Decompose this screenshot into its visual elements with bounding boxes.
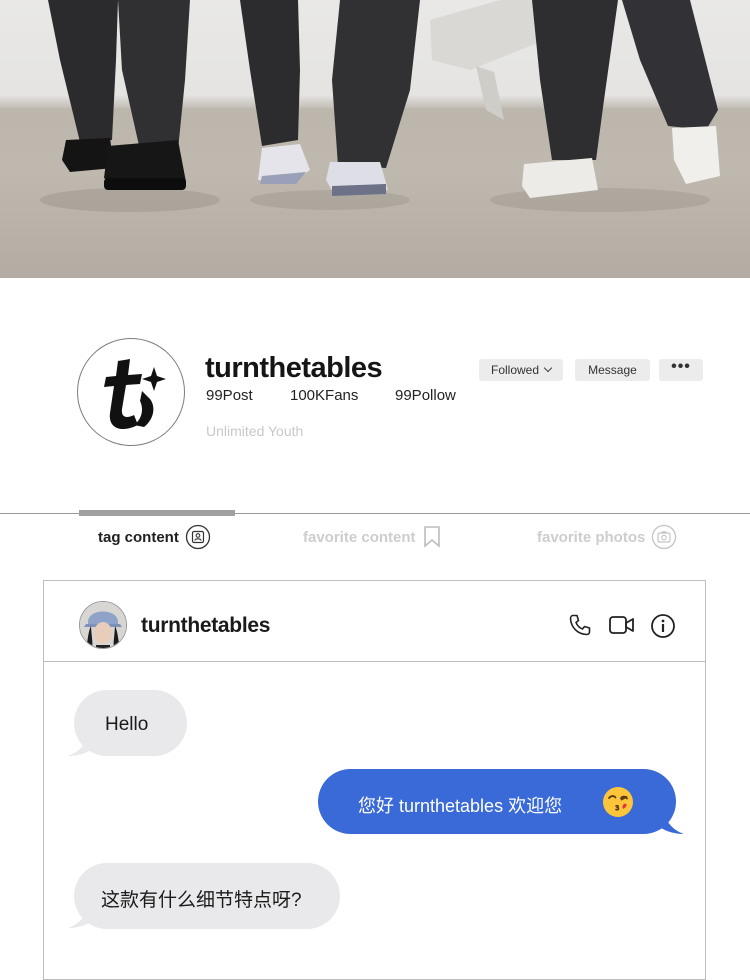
contact-name: turnthetables <box>141 614 271 637</box>
contact-avatar[interactable] <box>79 601 127 649</box>
kissing-face-emoji <box>602 786 634 823</box>
tab-favorite-photos[interactable]: favorite photos <box>537 523 677 551</box>
message-incoming[interactable]: Hello <box>74 690 187 756</box>
camera-icon <box>651 524 677 550</box>
more-dots-icon: ••• <box>671 358 691 375</box>
profile-avatar[interactable] <box>77 338 185 446</box>
hero-photo <box>0 0 750 278</box>
stat-posts[interactable]: 99Post <box>206 387 253 404</box>
bookmark-icon <box>422 525 442 549</box>
message-button[interactable]: Message <box>575 359 650 381</box>
chevron-down-icon <box>543 363 553 373</box>
tag-user-icon <box>185 524 211 550</box>
phone-icon[interactable] <box>568 613 592 642</box>
more-options-button[interactable]: ••• <box>659 358 703 381</box>
tab-label: favorite photos <box>537 528 646 546</box>
tab-label: tag content <box>98 528 179 546</box>
turnthetables-logo-icon <box>104 359 166 429</box>
profile-tagline: Unlimited Youth <box>206 423 304 439</box>
hero-legs-illustration <box>0 0 750 278</box>
active-tab-indicator <box>79 510 235 516</box>
chat-header: turnthetables <box>44 581 705 662</box>
followed-button[interactable]: Followed <box>479 359 563 381</box>
message-incoming[interactable]: 这款有什么细节特点呀? <box>74 863 340 929</box>
video-icon[interactable] <box>608 613 636 642</box>
stat-following[interactable]: 99Pollow <box>395 387 456 404</box>
tab-tag-content[interactable]: tag content <box>98 523 211 551</box>
stat-fans[interactable]: 100KFans <box>290 387 358 404</box>
message-button-label: Message <box>588 363 637 377</box>
profile-username: turnthetables <box>205 352 383 384</box>
info-icon[interactable] <box>650 613 676 644</box>
followed-button-label: Followed <box>490 363 540 377</box>
tab-label: favorite content <box>303 528 416 546</box>
tab-favorite-content[interactable]: favorite content <box>303 523 442 551</box>
